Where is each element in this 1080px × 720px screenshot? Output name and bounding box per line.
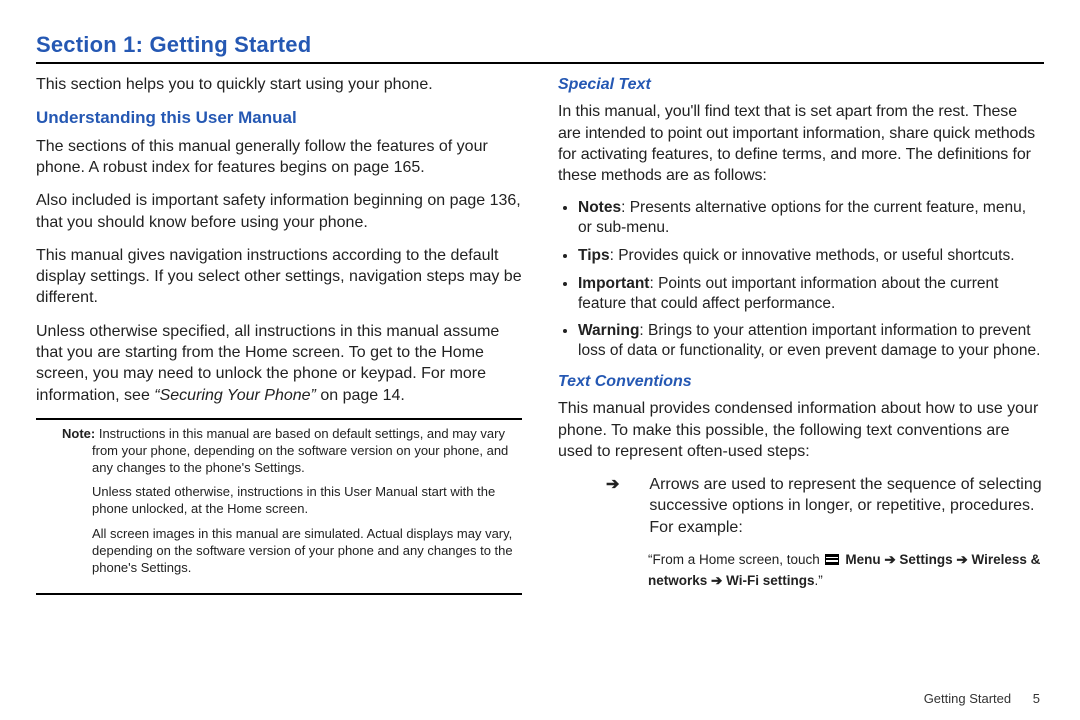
- para-home-screen: Unless otherwise specified, all instruct…: [36, 321, 522, 406]
- para-features-index: The sections of this manual generally fo…: [36, 136, 522, 179]
- footer-section: Getting Started: [924, 691, 1011, 706]
- manual-page: Section 1: Getting Started This section …: [0, 0, 1080, 720]
- left-column: This section helps you to quickly start …: [36, 74, 522, 601]
- para-navigation: This manual gives navigation instruction…: [36, 245, 522, 309]
- term-notes: Notes: [578, 199, 621, 216]
- special-text-list: Notes: Presents alternative options for …: [558, 198, 1044, 361]
- note-2: Unless stated otherwise, instructions in…: [48, 484, 516, 518]
- footer-page-number: 5: [1033, 691, 1040, 706]
- example-end: .”: [815, 573, 823, 588]
- heading-understanding: Understanding this User Manual: [36, 107, 522, 130]
- text-tips: : Provides quick or innovative methods, …: [610, 247, 1015, 264]
- note-3: All screen images in this manual are sim…: [48, 526, 516, 577]
- para-home-em: “Securing Your Phone”: [154, 387, 316, 404]
- example-arrow-1: ➔: [881, 552, 900, 567]
- example-a: “From a Home screen, touch: [648, 552, 824, 567]
- example-menu: Menu: [845, 552, 880, 567]
- section-title: Section 1: Getting Started: [36, 32, 1044, 58]
- example-sequence: “From a Home screen, touch Menu ➔ Settin…: [558, 550, 1044, 592]
- bullet-warning: Warning: Brings to your attention import…: [578, 321, 1044, 361]
- term-tips: Tips: [578, 247, 610, 264]
- two-column-layout: This section helps you to quickly start …: [36, 74, 1044, 601]
- arrow-definition-row: ➔ Arrows are used to represent the seque…: [558, 474, 1044, 538]
- bullet-tips: Tips: Provides quick or innovative metho…: [578, 246, 1044, 266]
- title-rule: [36, 62, 1044, 64]
- heading-special-text: Special Text: [558, 74, 1044, 95]
- right-column: Special Text In this manual, you'll find…: [558, 74, 1044, 601]
- bullet-notes: Notes: Presents alternative options for …: [578, 198, 1044, 238]
- example-settings: Settings: [899, 552, 952, 567]
- menu-icon: [825, 554, 839, 565]
- text-notes: : Presents alternative options for the c…: [578, 199, 1026, 236]
- term-warning: Warning: [578, 322, 639, 339]
- para-safety-info: Also included is important safety inform…: [36, 190, 522, 233]
- example-arrow-3: ➔: [707, 573, 726, 588]
- note-1: Note: Instructions in this manual are ba…: [48, 426, 516, 477]
- text-warning: : Brings to your attention important inf…: [578, 322, 1040, 359]
- example-arrow-2: ➔: [953, 552, 972, 567]
- heading-text-conventions: Text Conventions: [558, 371, 1044, 392]
- note-block: Note: Instructions in this manual are ba…: [36, 426, 522, 587]
- example-wifi: Wi-Fi settings: [726, 573, 814, 588]
- note-rule-top: [36, 418, 522, 420]
- bullet-important: Important: Points out important informat…: [578, 274, 1044, 314]
- note-1-text: Instructions in this manual are based on…: [92, 426, 508, 475]
- arrow-definition-text: Arrows are used to represent the sequenc…: [649, 474, 1044, 538]
- term-important: Important: [578, 275, 649, 292]
- note-label: Note:: [62, 426, 95, 441]
- para-home-b: on page 14.: [316, 387, 405, 404]
- note-rule-bottom: [36, 593, 522, 595]
- page-footer: Getting Started 5: [924, 691, 1040, 706]
- arrow-symbol: ➔: [558, 474, 619, 538]
- text-conventions-para: This manual provides condensed informati…: [558, 398, 1044, 462]
- intro-paragraph: This section helps you to quickly start …: [36, 74, 522, 95]
- special-text-para: In this manual, you'll find text that is…: [558, 101, 1044, 186]
